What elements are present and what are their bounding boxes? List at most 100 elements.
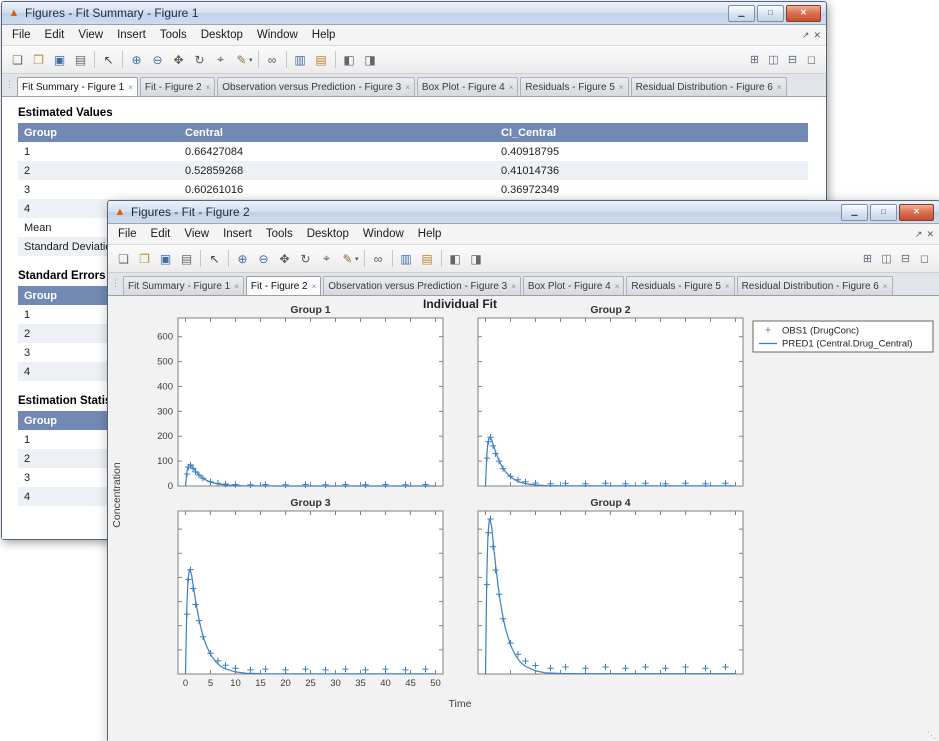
menu-desktop[interactable]: Desktop [194,27,250,43]
figure-toolbar: ❏ ❐ ▣ ▤ ↖ ⊕ ⊖ ✥ ↻ ⌖ ✎ ▾ ∞ ▥ ▤ ◧ ◨ ⊞ ◫ ⊟ ◻ [108,245,939,273]
rotate-3d-icon[interactable]: ↻ [295,249,316,269]
maximize-button[interactable]: □ [870,203,897,221]
new-figure-icon[interactable]: ❏ [7,50,28,70]
tab-close-icon[interactable]: × [883,282,888,291]
dropdown-arrow-icon[interactable]: ▾ [249,56,253,64]
menu-window[interactable]: Window [250,27,305,43]
tile-all-icon[interactable]: ⊞ [745,50,764,70]
menu-file[interactable]: File [111,226,144,242]
save-figure-icon[interactable]: ▣ [155,249,176,269]
close-pane-icon[interactable]: ✕ [924,229,936,239]
tab-fit-summary-figure-1[interactable]: Fit Summary - Figure 1 × [123,276,244,295]
tab-observation-versus-prediction-figure-3[interactable]: Observation versus Prediction - Figure 3… [323,276,521,295]
show-plot-tools-icon[interactable]: ◨ [466,249,487,269]
zoom-out-icon[interactable]: ⊖ [147,50,168,70]
data-cursor-icon[interactable]: ⌖ [316,249,337,269]
menu-insert[interactable]: Insert [110,27,153,43]
link-plot-icon[interactable]: ∞ [368,249,389,269]
float-window-icon[interactable]: ◻ [915,249,934,269]
data-cursor-icon[interactable]: ⌖ [210,50,231,70]
menu-edit[interactable]: Edit [144,226,178,242]
menu-edit[interactable]: Edit [38,27,72,43]
tab-residuals-figure-5[interactable]: Residuals - Figure 5 × [520,77,629,96]
show-plot-tools-icon[interactable]: ◨ [360,50,381,70]
save-figure-icon[interactable]: ▣ [49,50,70,70]
tab-close-icon[interactable]: × [206,83,211,92]
tile-all-icon[interactable]: ⊞ [858,249,877,269]
close-button[interactable]: ✕ [786,4,821,22]
tab-close-icon[interactable]: × [405,83,410,92]
tab-close-icon[interactable]: × [777,83,782,92]
menu-view[interactable]: View [177,226,216,242]
tab-fit-summary-figure-1[interactable]: Fit Summary - Figure 1 × [17,77,138,96]
tabbar-grip[interactable]: ⋮ [110,278,123,292]
tab-close-icon[interactable]: × [725,282,730,291]
resize-grip[interactable]: ⋱ [927,730,936,741]
menu-insert[interactable]: Insert [216,226,259,242]
tile-columns-icon[interactable]: ◫ [764,50,783,70]
tile-rows-icon[interactable]: ⊟ [896,249,915,269]
float-window-icon[interactable]: ◻ [802,50,821,70]
minimize-button[interactable]: ▁ [728,4,755,22]
open-file-icon[interactable]: ❐ [28,50,49,70]
insert-colorbar-icon[interactable]: ▥ [290,50,311,70]
print-figure-icon[interactable]: ▤ [176,249,197,269]
titlebar[interactable]: ▲ Figures - Fit Summary - Figure 1 ▁ □ ✕ [2,2,826,25]
tab-residual-distribution-figure-6[interactable]: Residual Distribution - Figure 6 × [630,77,787,96]
minimize-button[interactable]: ▁ [841,203,868,221]
tab-fit-figure-2[interactable]: Fit - Figure 2 × [245,276,322,295]
pan-icon[interactable]: ✥ [274,249,295,269]
menu-help[interactable]: Help [411,226,449,242]
tab-residuals-figure-5[interactable]: Residuals - Figure 5 × [626,276,735,295]
undock-icon[interactable]: ↗ [913,229,925,239]
menu-help[interactable]: Help [305,27,343,43]
undock-icon[interactable]: ↗ [800,30,812,40]
zoom-in-icon[interactable]: ⊕ [126,50,147,70]
open-file-icon[interactable]: ❐ [134,249,155,269]
menu-tools[interactable]: Tools [153,27,194,43]
tab-close-icon[interactable]: × [509,83,514,92]
tab-fit-figure-2[interactable]: Fit - Figure 2 × [139,77,216,96]
tile-rows-icon[interactable]: ⊟ [783,50,802,70]
edit-plot-icon[interactable]: ↖ [204,249,225,269]
insert-colorbar-icon[interactable]: ▥ [396,249,417,269]
tile-columns-icon[interactable]: ◫ [877,249,896,269]
hide-plot-tools-icon[interactable]: ◧ [339,50,360,70]
hide-plot-tools-icon[interactable]: ◧ [445,249,466,269]
rotate-3d-icon[interactable]: ↻ [189,50,210,70]
tab-close-icon[interactable]: × [511,282,516,291]
link-plot-icon[interactable]: ∞ [262,50,283,70]
close-button[interactable]: ✕ [899,203,934,221]
print-figure-icon[interactable]: ▤ [70,50,91,70]
insert-legend-icon[interactable]: ▤ [311,50,332,70]
titlebar[interactable]: ▲ Figures - Fit - Figure 2 ▁ □ ✕ [108,201,939,224]
tabbar-grip[interactable]: ⋮ [4,79,17,93]
zoom-out-icon[interactable]: ⊖ [253,249,274,269]
tab-residual-distribution-figure-6[interactable]: Residual Distribution - Figure 6 × [736,276,893,295]
close-pane-icon[interactable]: ✕ [811,30,823,40]
zoom-in-icon[interactable]: ⊕ [232,249,253,269]
tab-close-icon[interactable]: × [312,282,317,291]
maximize-button[interactable]: □ [757,4,784,22]
menu-view[interactable]: View [71,27,110,43]
svg-text:20: 20 [280,678,291,689]
svg-text:45: 45 [405,678,416,689]
tab-close-icon[interactable]: × [619,83,624,92]
menu-tools[interactable]: Tools [259,226,300,242]
tab-close-icon[interactable]: × [615,282,620,291]
tab-box-plot-figure-4[interactable]: Box Plot - Figure 4 × [522,276,625,295]
tab-close-icon[interactable]: × [234,282,239,291]
tab-observation-versus-prediction-figure-3[interactable]: Observation versus Prediction - Figure 3… [217,77,415,96]
tab-box-plot-figure-4[interactable]: Box Plot - Figure 4 × [416,77,519,96]
menu-window[interactable]: Window [356,226,411,242]
new-figure-icon[interactable]: ❏ [113,249,134,269]
insert-legend-icon[interactable]: ▤ [417,249,438,269]
menu-desktop[interactable]: Desktop [300,226,356,242]
tab-close-icon[interactable]: × [128,83,133,92]
subplot-group-1: 0 100 200 300 400 500 600 Group 1 [157,304,444,492]
edit-plot-icon[interactable]: ↖ [98,50,119,70]
menu-file[interactable]: File [5,27,38,43]
legend[interactable]: + OBS1 (DrugConc) PRED1 (Central.Drug_Cent… [752,320,934,353]
dropdown-arrow-icon[interactable]: ▾ [355,255,359,263]
pan-icon[interactable]: ✥ [168,50,189,70]
